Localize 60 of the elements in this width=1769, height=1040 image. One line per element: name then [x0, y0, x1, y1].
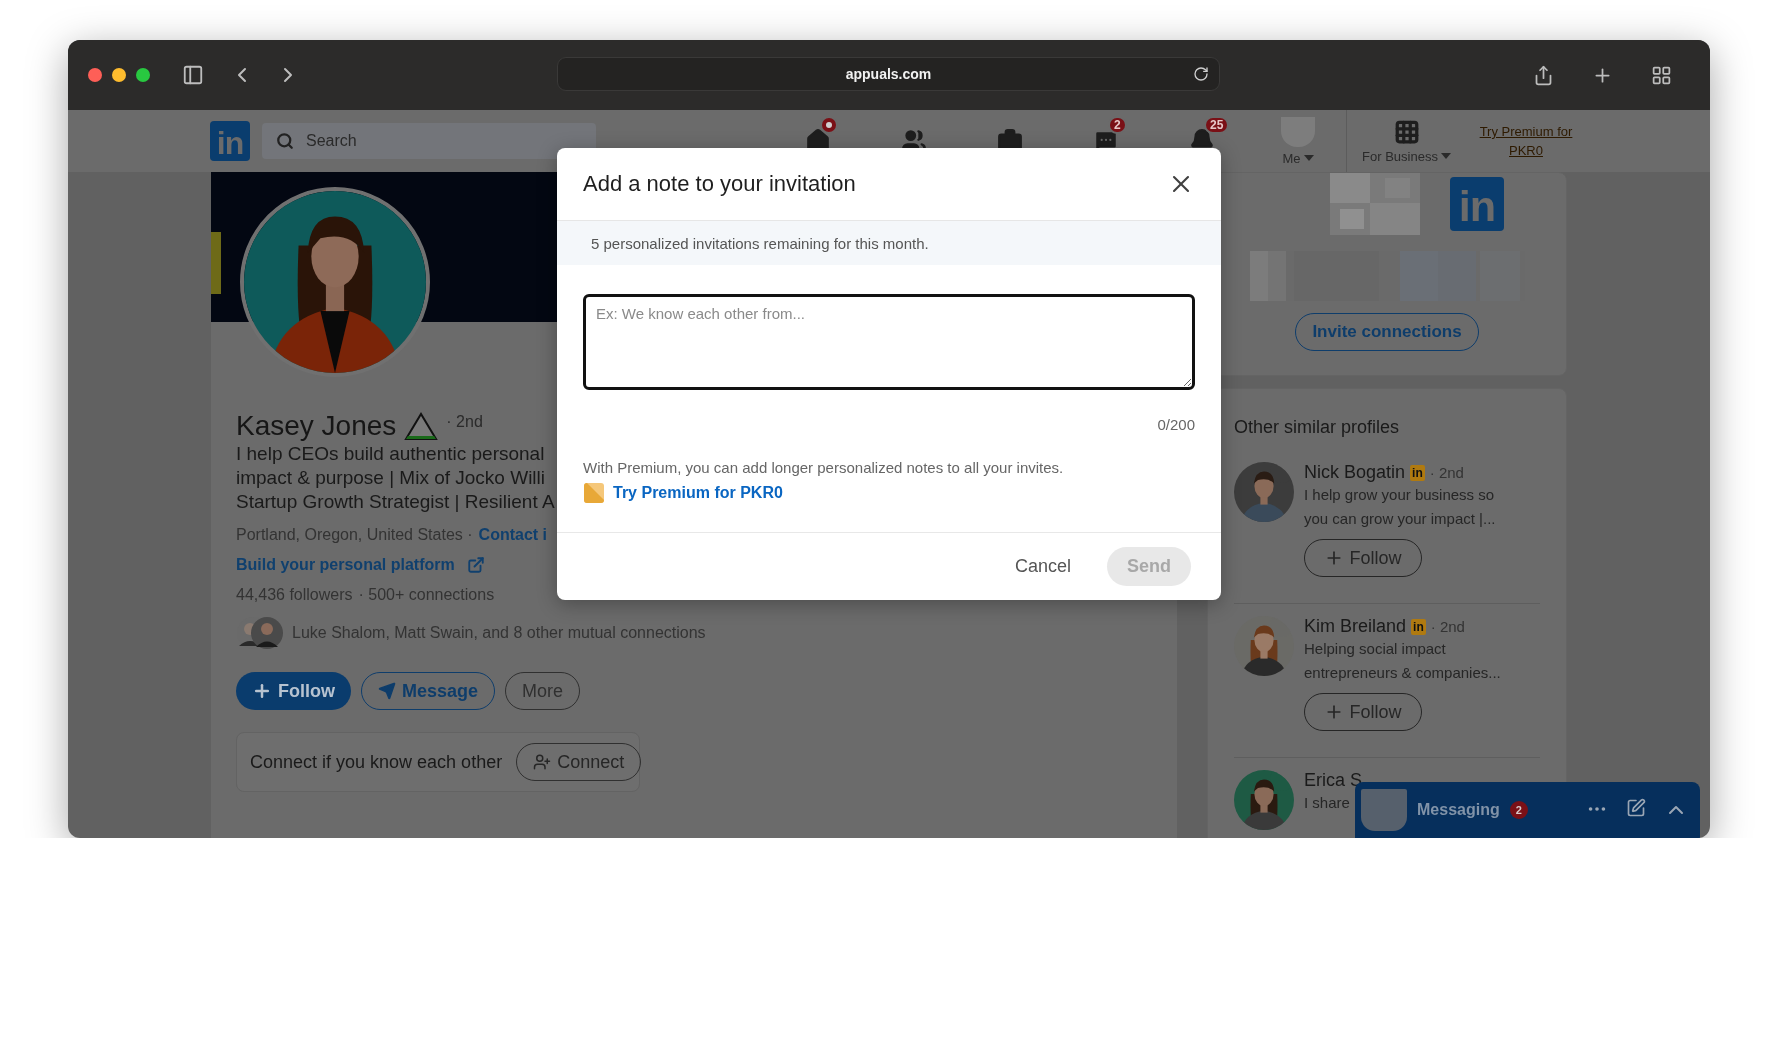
- premium-link[interactable]: Try Premium for PKR0: [613, 484, 783, 502]
- me-menu[interactable]: Me: [1282, 150, 1314, 166]
- contact-link[interactable]: Contact i: [478, 526, 548, 544]
- logo: in: [1450, 177, 1504, 231]
- send-icon: [378, 682, 396, 700]
- premium-link[interactable]: Try Premium for PKR0: [1476, 122, 1576, 160]
- logo[interactable]: in: [210, 121, 250, 161]
- add-person-icon: [533, 753, 552, 771]
- reload-icon[interactable]: [1193, 66, 1209, 82]
- messaging-bar[interactable]: Messaging 2: [1355, 782, 1700, 838]
- headline-text: Startup Growth Strategist | Resilient A: [236, 490, 555, 514]
- business-menu[interactable]: For Business: [1362, 148, 1451, 164]
- premium-badge: in: [1411, 618, 1426, 635]
- address-bar[interactable]: appuals.com: [557, 57, 1220, 91]
- sidebar-icon[interactable]: [182, 64, 204, 86]
- connections-count: · 500+ connections: [358, 586, 495, 604]
- share-icon[interactable]: [1533, 64, 1554, 86]
- person-headline: you can grow your impact |...: [1304, 509, 1496, 529]
- apps-grid-icon[interactable]: [1393, 118, 1420, 145]
- premium-icon: [583, 482, 605, 504]
- degree-label: · 2nd: [1429, 464, 1464, 481]
- count-badge: 25: [1204, 116, 1230, 134]
- count-badge: 2: [1108, 116, 1127, 134]
- person-name[interactable]: Kim Breiland: [1304, 616, 1407, 637]
- plus-icon: [252, 681, 272, 701]
- search-field[interactable]: Search: [262, 123, 596, 159]
- notice-text: 5 personalized invitations remaining for this month.: [591, 234, 929, 252]
- follow-button[interactable]: Follow: [236, 672, 351, 710]
- premium-badge: in: [1410, 464, 1425, 481]
- avatar-icon: [1361, 789, 1407, 831]
- connect-prompt: Connect if you know each other: [250, 751, 503, 773]
- zoom-button[interactable]: [136, 68, 150, 82]
- minimize-button[interactable]: [112, 68, 126, 82]
- count-badge: 2: [1509, 801, 1528, 819]
- degree-label: · 2nd: [446, 413, 483, 431]
- url-text: appuals.com: [845, 66, 932, 82]
- website-link[interactable]: Build your personal platform: [236, 556, 455, 574]
- mountain-icon: [404, 411, 439, 441]
- premium-text: With Premium, you can add longer personalized notes to all your invites.: [583, 459, 1065, 476]
- person-headline: entrepreneurs & companies...: [1304, 663, 1501, 683]
- dialog-title: Add a note to your invitation: [583, 171, 856, 197]
- location-text: Portland, Oregon, United States ·: [236, 526, 473, 544]
- search-icon: [276, 132, 294, 150]
- note-field[interactable]: Ex: We know each other from...: [583, 294, 1195, 390]
- profile-name: Kasey Jones: [236, 410, 397, 442]
- close-button[interactable]: [88, 68, 102, 82]
- messaging-title: Messaging: [1417, 801, 1500, 819]
- person-headline: Helping social impact: [1304, 639, 1447, 659]
- degree-label: · 2nd: [1430, 618, 1465, 635]
- character-counter: 0/200: [1157, 416, 1195, 433]
- headline-text: I help CEOs build authentic personal: [236, 442, 545, 466]
- cancel-button[interactable]: Cancel: [994, 547, 1091, 586]
- external-link-icon: [466, 556, 485, 574]
- mutual-connections[interactable]: Luke Shalom, Matt Swain, and 8 other mutual connections: [292, 624, 706, 642]
- followers-count: 44,436 followers: [236, 586, 353, 604]
- person-name[interactable]: Nick Bogatin: [1304, 462, 1406, 483]
- section-title: Other similar profiles: [1234, 417, 1401, 438]
- search-placeholder: Search: [306, 132, 357, 150]
- tabs-icon[interactable]: [1651, 64, 1672, 86]
- headline-text: impact & purpose | Mix of Jocko Willi: [236, 466, 546, 490]
